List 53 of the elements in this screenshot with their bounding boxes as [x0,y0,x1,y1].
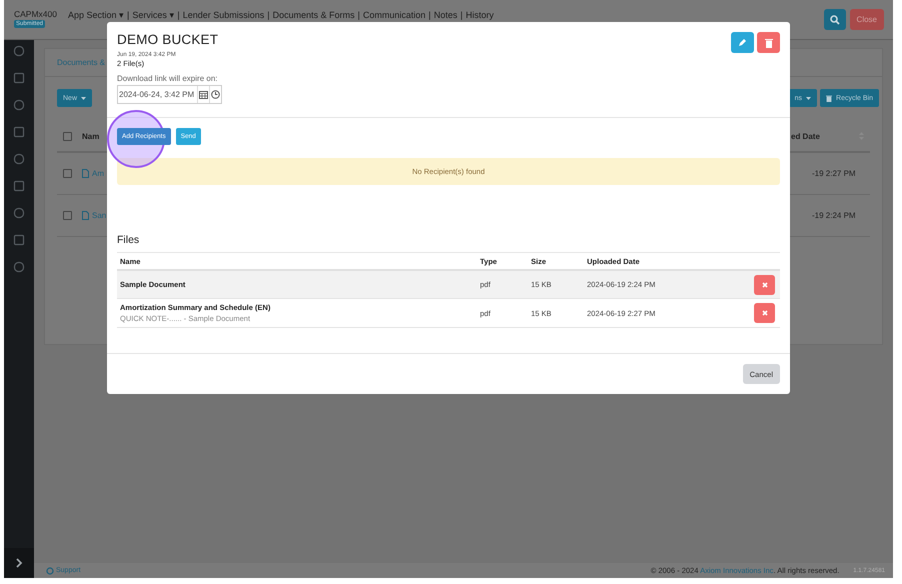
close-icon [762,282,768,288]
search-button[interactable] [824,9,846,30]
file-icon [82,169,89,178]
files-heading: Files [117,234,140,246]
sidebar-icon[interactable] [13,126,25,138]
chevron-right-icon[interactable] [15,558,23,568]
checkbox[interactable] [63,132,72,140]
close-button[interactable]: Close [850,9,884,30]
nav-link[interactable]: App Section ▾ [68,10,124,20]
sidebar-icon[interactable] [13,45,25,57]
expiry-date-field[interactable]: 2024-06-24, 3:42 PM [117,85,222,104]
clock-icon[interactable] [211,90,220,99]
delete-button[interactable] [757,32,780,53]
modal-title: DEMO BUCKET [117,32,218,47]
nav-link[interactable]: | [460,10,463,20]
nav-link[interactable]: | [267,10,270,20]
support-icon [46,566,54,574]
search-icon [830,14,840,24]
edit-button[interactable] [731,32,754,53]
nav-link[interactable]: History [466,10,494,20]
trash-icon [764,38,772,48]
sidebar-icon[interactable] [13,153,25,165]
remove-file-button[interactable] [754,274,775,294]
nav-link[interactable]: Notes [434,10,458,20]
nav-link[interactable]: | [358,10,360,20]
nav-link[interactable]: Lender Submissions [182,10,264,20]
calendar-icon[interactable] [199,90,208,98]
caret-icon [806,96,812,100]
nav-link[interactable]: Services ▾ [132,10,174,20]
nav-link[interactable]: | [177,10,180,20]
nav-link[interactable]: | [428,10,431,20]
sidebar-icon[interactable] [13,207,25,219]
trash-icon [826,94,832,102]
column-header: ed Date [791,132,821,140]
checkbox[interactable] [63,211,72,220]
nav-link[interactable]: Communication [363,10,426,20]
brand-name: CAPMx400 [14,10,57,18]
sidebar-icon[interactable] [13,234,25,246]
sidebar-icon[interactable] [13,72,25,84]
sidebar-icon[interactable] [13,99,25,111]
nav-link[interactable]: | [127,10,130,20]
caret-icon [81,96,86,100]
checkbox[interactable] [63,169,72,178]
remove-file-button[interactable] [754,303,775,323]
nav-link[interactable]: Documents & Forms [272,10,355,20]
table-cell-text: -19 2:27 PM [812,169,857,178]
expiry-label: Download link will expire on: [117,74,218,83]
column-header: Nam [82,132,100,140]
sidebar-icon[interactable] [13,180,25,192]
table-cell-text: -19 2:24 PM [812,211,857,220]
file-icon [82,211,89,220]
close-icon [762,310,768,316]
sidebar-icon[interactable] [13,261,25,273]
